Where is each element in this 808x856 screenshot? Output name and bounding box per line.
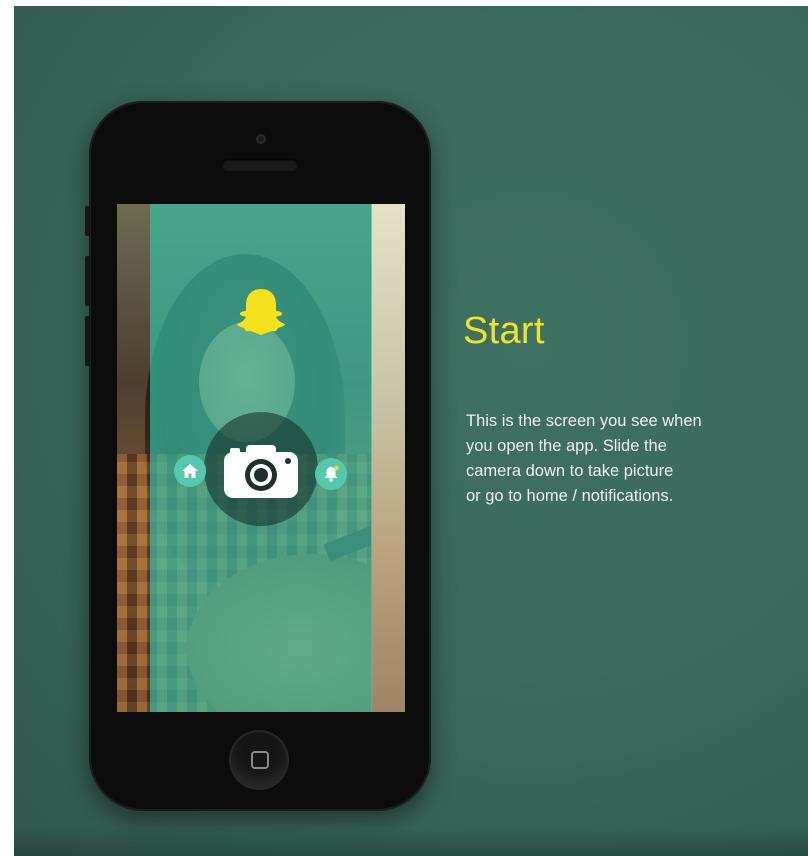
volume-down-button <box>85 316 90 366</box>
home-button-icon[interactable] <box>229 730 289 790</box>
ghost-logo-icon <box>237 289 285 335</box>
phone-screen <box>117 204 405 712</box>
page-title: Start <box>463 310 545 352</box>
photo-background-right-strip <box>371 204 405 712</box>
notifications-nav-button[interactable] <box>315 458 347 490</box>
description-line: or go to home / notifications. <box>466 487 674 505</box>
description-line: you open the app. Slide the <box>466 437 667 455</box>
bell-icon <box>324 465 339 482</box>
front-camera-dot <box>256 134 266 144</box>
home-icon <box>182 464 198 478</box>
description-text: This is the screen you see when you open… <box>466 409 786 509</box>
description-line: This is the screen you see when <box>466 412 702 430</box>
earpiece-speaker <box>222 159 298 171</box>
mute-switch <box>85 206 90 236</box>
home-nav-button[interactable] <box>174 455 206 487</box>
volume-up-button <box>85 256 90 306</box>
bottom-shade <box>14 828 808 856</box>
description-line: camera down to take picture <box>466 462 674 480</box>
camera-icon[interactable] <box>222 442 300 500</box>
